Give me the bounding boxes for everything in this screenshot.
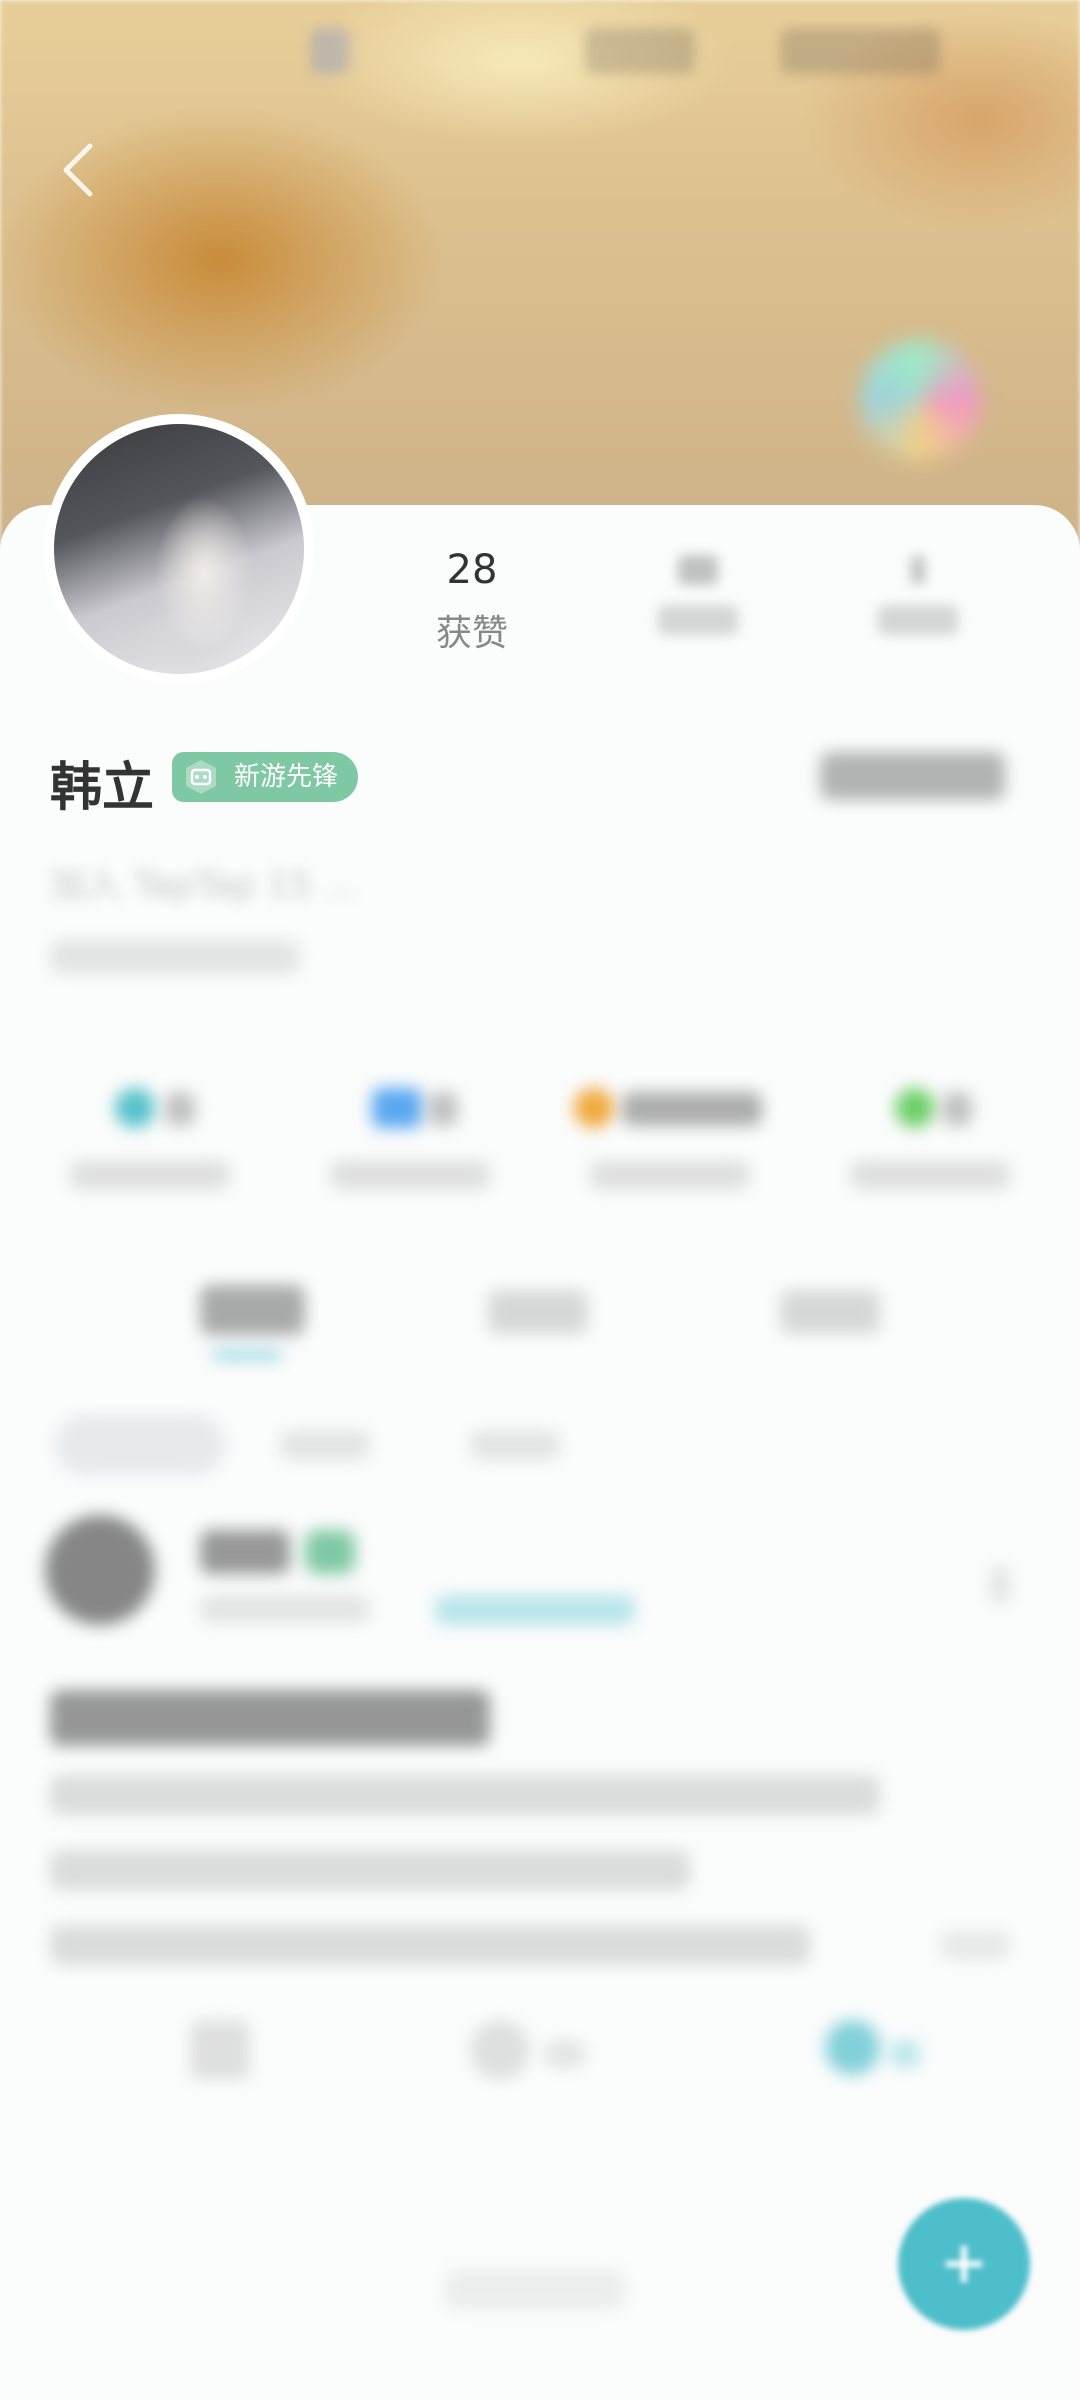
wishlist-label[interactable] <box>850 1160 1010 1190</box>
tab-games[interactable] <box>780 1290 880 1334</box>
tab-posts[interactable] <box>200 1285 305 1335</box>
edit-profile-button[interactable] <box>820 752 1005 800</box>
played-games-label[interactable] <box>70 1160 230 1190</box>
gamepad-icon <box>186 760 216 794</box>
post-author-name[interactable] <box>200 1530 290 1574</box>
stat-following[interactable] <box>618 540 778 635</box>
filter-chip-all[interactable] <box>55 1415 225 1475</box>
achievements-value <box>622 1092 762 1126</box>
post-author-avatar[interactable] <box>45 1515 155 1625</box>
post-expand-link[interactable] <box>940 1930 1010 1960</box>
played-games-count <box>165 1092 195 1126</box>
stat-likes[interactable]: 28 获赞 <box>392 540 552 664</box>
wishlist-count <box>942 1092 972 1126</box>
more-options-icon[interactable] <box>990 1565 1010 1605</box>
comment-count <box>545 2040 585 2068</box>
user-id-text <box>50 940 300 974</box>
achievements-label[interactable] <box>590 1160 750 1190</box>
share-icon[interactable] <box>190 2020 250 2080</box>
comment-icon[interactable] <box>470 2020 530 2080</box>
post-author-badge <box>305 1530 355 1574</box>
top-small-icon[interactable] <box>310 28 350 74</box>
plus-icon <box>945 2245 983 2283</box>
join-info: 加入 TapTap 15 ... <box>50 865 359 906</box>
no-more-content-text <box>445 2270 625 2310</box>
wishlist-icon <box>895 1088 935 1128</box>
filter-chip-3[interactable] <box>470 1430 560 1460</box>
tab-reviews[interactable] <box>488 1290 588 1334</box>
back-arrow-icon[interactable] <box>58 140 98 200</box>
devices-label[interactable] <box>330 1160 490 1190</box>
post-excerpt-line-3 <box>50 1925 810 1965</box>
like-icon[interactable] <box>825 2020 880 2075</box>
achievements-icon <box>574 1088 614 1128</box>
played-games-icon <box>115 1088 155 1128</box>
stat-likes-value: 28 <box>446 547 498 593</box>
top-action-button-2[interactable] <box>780 28 940 74</box>
post-excerpt-line-1 <box>50 1775 880 1815</box>
post-excerpt-line-2 <box>50 1850 690 1890</box>
badge-label: 新游先锋 <box>234 762 339 792</box>
devices-icon <box>372 1088 422 1128</box>
stat-likes-label: 获赞 <box>435 613 508 654</box>
post-tag-link[interactable] <box>435 1595 635 1625</box>
avatar[interactable] <box>48 418 310 680</box>
avatar-image <box>54 424 304 674</box>
post-date <box>200 1595 370 1623</box>
decorative-flower-icon <box>860 340 980 460</box>
devices-count <box>428 1092 458 1126</box>
like-count <box>890 2040 920 2068</box>
profile-name: 韩立 <box>50 757 155 818</box>
tab-posts-indicator <box>212 1350 282 1360</box>
filter-chip-2[interactable] <box>280 1430 370 1460</box>
top-action-button[interactable] <box>585 28 695 74</box>
post-title[interactable] <box>50 1690 490 1746</box>
status-badge: 新游先锋 <box>172 752 359 802</box>
stat-followers[interactable] <box>838 540 998 635</box>
